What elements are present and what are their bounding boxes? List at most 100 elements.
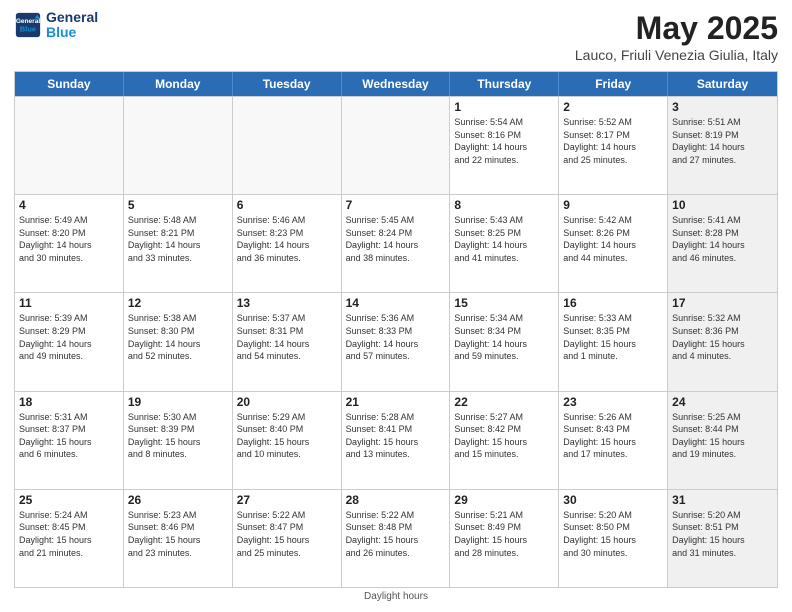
calendar-cell-24: 24Sunrise: 5:25 AM Sunset: 8:44 PM Dayli… (668, 392, 777, 489)
day-number: 14 (346, 296, 446, 310)
cell-info: Sunrise: 5:26 AM Sunset: 8:43 PM Dayligh… (563, 411, 663, 461)
calendar-row-2: 4 Sunrise: 5:49 AM Sunset: 8:20 PM Daylig… (15, 194, 777, 292)
day-number: 23 (563, 395, 663, 409)
day-number: 30 (563, 493, 663, 507)
day-number: 12 (128, 296, 228, 310)
cell-info: Sunrise: 5:34 AM Sunset: 8:34 PM Dayligh… (454, 312, 554, 362)
calendar-row-1: 1Sunrise: 5:54 AM Sunset: 8:16 PM Daylig… (15, 96, 777, 194)
calendar-cell-27: 27Sunrise: 5:22 AM Sunset: 8:47 PM Dayli… (233, 490, 342, 587)
calendar-cell-31: 31 Sunrise: 5:20 AM Sunset: 8:51 PM Dayli… (668, 490, 777, 587)
calendar-row-5: 25Sunrise: 5:24 AM Sunset: 8:45 PM Dayli… (15, 489, 777, 587)
calendar-header: SundayMondayTuesdayWednesdayThursdayFrid… (15, 72, 777, 96)
calendar-cell-empty (15, 97, 124, 194)
day-header-thursday: Thursday (450, 72, 559, 96)
cell-info: Sunrise: 5:28 AM Sunset: 8:41 PM Dayligh… (346, 411, 446, 461)
cell-info: Sunrise: 5:32 AM Sunset: 8:36 PM Dayligh… (672, 312, 773, 362)
calendar-cell-empty (342, 97, 451, 194)
calendar-body: 1Sunrise: 5:54 AM Sunset: 8:16 PM Daylig… (15, 96, 777, 587)
day-number: 15 (454, 296, 554, 310)
calendar-row-4: 18 Sunrise: 5:31 AM Sunset: 8:37 PM Dayli… (15, 391, 777, 489)
day-number: 1 (454, 100, 554, 114)
day-number: 31 (672, 493, 773, 507)
calendar-cell-25: 25Sunrise: 5:24 AM Sunset: 8:45 PM Dayli… (15, 490, 124, 587)
day-number: 24 (672, 395, 773, 409)
day-number: 17 (672, 296, 773, 310)
cell-info: Sunrise: 5:29 AM Sunset: 8:40 PM Dayligh… (237, 411, 337, 461)
calendar-cell-2: 2 Sunrise: 5:52 AM Sunset: 8:17 PM Daylig… (559, 97, 668, 194)
day-number: 13 (237, 296, 337, 310)
logo-text-blue: Blue (46, 25, 98, 40)
cell-info: Sunrise: 5:31 AM Sunset: 8:37 PM Dayligh… (19, 411, 119, 461)
month-title: May 2025 (575, 10, 778, 47)
day-number: 3 (672, 100, 773, 114)
calendar-cell-6: 6Sunrise: 5:46 AM Sunset: 8:23 PM Daylig… (233, 195, 342, 292)
footer-note: Daylight hours (14, 588, 778, 602)
cell-info: Sunrise: 5:22 AM Sunset: 8:47 PM Dayligh… (237, 509, 337, 559)
day-number: 28 (346, 493, 446, 507)
page: General Blue General Blue May 2025 Lauco… (0, 0, 792, 612)
cell-info: Sunrise: 5:49 AM Sunset: 8:20 PM Dayligh… (19, 214, 119, 264)
calendar-cell-empty (233, 97, 342, 194)
cell-info: Sunrise: 5:20 AM Sunset: 8:51 PM Dayligh… (672, 509, 773, 559)
cell-info: Sunrise: 5:30 AM Sunset: 8:39 PM Dayligh… (128, 411, 228, 461)
calendar-row-3: 11Sunrise: 5:39 AM Sunset: 8:29 PM Dayli… (15, 292, 777, 390)
day-number: 19 (128, 395, 228, 409)
calendar-cell-9: 9Sunrise: 5:42 AM Sunset: 8:26 PM Daylig… (559, 195, 668, 292)
calendar-cell-22: 22 Sunrise: 5:27 AM Sunset: 8:42 PM Dayli… (450, 392, 559, 489)
cell-info: Sunrise: 5:20 AM Sunset: 8:50 PM Dayligh… (563, 509, 663, 559)
calendar-cell-7: 7 Sunrise: 5:45 AM Sunset: 8:24 PM Daylig… (342, 195, 451, 292)
cell-info: Sunrise: 5:23 AM Sunset: 8:46 PM Dayligh… (128, 509, 228, 559)
calendar-cell-17: 17 Sunrise: 5:32 AM Sunset: 8:36 PM Dayli… (668, 293, 777, 390)
day-number: 4 (19, 198, 119, 212)
cell-info: Sunrise: 5:43 AM Sunset: 8:25 PM Dayligh… (454, 214, 554, 264)
calendar-cell-10: 10Sunrise: 5:41 AM Sunset: 8:28 PM Dayli… (668, 195, 777, 292)
day-header-sunday: Sunday (15, 72, 124, 96)
calendar-cell-13: 13 Sunrise: 5:37 AM Sunset: 8:31 PM Dayli… (233, 293, 342, 390)
calendar-cell-8: 8 Sunrise: 5:43 AM Sunset: 8:25 PM Daylig… (450, 195, 559, 292)
logo-text-general: General (46, 10, 98, 25)
day-number: 21 (346, 395, 446, 409)
calendar-cell-empty (124, 97, 233, 194)
cell-info: Sunrise: 5:33 AM Sunset: 8:35 PM Dayligh… (563, 312, 663, 362)
day-header-monday: Monday (124, 72, 233, 96)
calendar-cell-18: 18 Sunrise: 5:31 AM Sunset: 8:37 PM Dayli… (15, 392, 124, 489)
logo: General Blue General Blue (14, 10, 98, 41)
calendar-cell-3: 3Sunrise: 5:51 AM Sunset: 8:19 PM Daylig… (668, 97, 777, 194)
svg-text:Blue: Blue (20, 25, 36, 34)
calendar-cell-16: 16 Sunrise: 5:33 AM Sunset: 8:35 PM Dayli… (559, 293, 668, 390)
cell-info: Sunrise: 5:45 AM Sunset: 8:24 PM Dayligh… (346, 214, 446, 264)
day-number: 7 (346, 198, 446, 212)
day-number: 29 (454, 493, 554, 507)
day-header-tuesday: Tuesday (233, 72, 342, 96)
cell-info: Sunrise: 5:41 AM Sunset: 8:28 PM Dayligh… (672, 214, 773, 264)
day-header-saturday: Saturday (668, 72, 777, 96)
title-block: May 2025 Lauco, Friuli Venezia Giulia, I… (575, 10, 778, 63)
calendar-cell-21: 21 Sunrise: 5:28 AM Sunset: 8:41 PM Dayli… (342, 392, 451, 489)
cell-info: Sunrise: 5:24 AM Sunset: 8:45 PM Dayligh… (19, 509, 119, 559)
calendar-cell-5: 5Sunrise: 5:48 AM Sunset: 8:21 PM Daylig… (124, 195, 233, 292)
cell-info: Sunrise: 5:39 AM Sunset: 8:29 PM Dayligh… (19, 312, 119, 362)
day-number: 6 (237, 198, 337, 212)
day-number: 2 (563, 100, 663, 114)
cell-info: Sunrise: 5:38 AM Sunset: 8:30 PM Dayligh… (128, 312, 228, 362)
calendar-cell-26: 26Sunrise: 5:23 AM Sunset: 8:46 PM Dayli… (124, 490, 233, 587)
calendar-cell-12: 12 Sunrise: 5:38 AM Sunset: 8:30 PM Dayli… (124, 293, 233, 390)
calendar-cell-29: 29Sunrise: 5:21 AM Sunset: 8:49 PM Dayli… (450, 490, 559, 587)
cell-info: Sunrise: 5:37 AM Sunset: 8:31 PM Dayligh… (237, 312, 337, 362)
day-number: 8 (454, 198, 554, 212)
day-number: 22 (454, 395, 554, 409)
day-number: 18 (19, 395, 119, 409)
calendar-cell-4: 4 Sunrise: 5:49 AM Sunset: 8:20 PM Daylig… (15, 195, 124, 292)
calendar-cell-23: 23 Sunrise: 5:26 AM Sunset: 8:43 PM Dayli… (559, 392, 668, 489)
calendar-cell-1: 1Sunrise: 5:54 AM Sunset: 8:16 PM Daylig… (450, 97, 559, 194)
day-header-friday: Friday (559, 72, 668, 96)
calendar-cell-30: 30 Sunrise: 5:20 AM Sunset: 8:50 PM Dayli… (559, 490, 668, 587)
calendar-cell-20: 20 Sunrise: 5:29 AM Sunset: 8:40 PM Dayli… (233, 392, 342, 489)
cell-info: Sunrise: 5:52 AM Sunset: 8:17 PM Dayligh… (563, 116, 663, 166)
cell-info: Sunrise: 5:27 AM Sunset: 8:42 PM Dayligh… (454, 411, 554, 461)
day-number: 20 (237, 395, 337, 409)
logo-icon: General Blue (14, 11, 42, 39)
calendar-cell-11: 11Sunrise: 5:39 AM Sunset: 8:29 PM Dayli… (15, 293, 124, 390)
cell-info: Sunrise: 5:48 AM Sunset: 8:21 PM Dayligh… (128, 214, 228, 264)
day-number: 16 (563, 296, 663, 310)
